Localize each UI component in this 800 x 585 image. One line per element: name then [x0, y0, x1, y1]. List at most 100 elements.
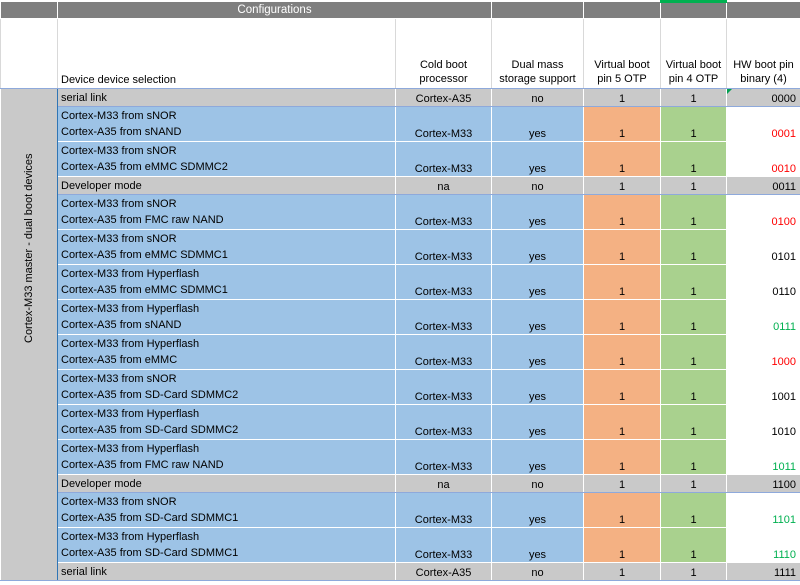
device-line: Cortex-A35 from sNAND [61, 319, 182, 331]
vbp5-cell: 1 [583, 264, 661, 300]
hw-binary-value: 1101 [772, 514, 796, 526]
cold-boot-cell: Cortex-M33 [395, 229, 492, 265]
hw-binary-cell: 0010 [726, 141, 800, 177]
device-line: Cortex-M33 from Hyperflash [61, 443, 200, 455]
dual-mass-cell: yes [491, 194, 584, 230]
configurations-band: Configurations [0, 0, 800, 19]
dual-mass-cell: yes [491, 439, 584, 475]
device-line: Cortex-A35 from SD-Card SDMMC1 [61, 547, 239, 559]
side-group-label: Cortex-M33 master - dual boot devices [0, 88, 58, 581]
hw-binary-value: 0101 [771, 251, 796, 263]
device-selection-cell: Cortex-M33 from sNOR Cortex-A35 from SD-C… [57, 492, 396, 528]
hw-binary-cell: 0110 [726, 264, 800, 300]
dual-mass-cell: yes [491, 264, 584, 300]
hw-binary-value: 0100 [771, 216, 796, 228]
vbp5-cell: 1 [583, 527, 661, 563]
cold-boot-cell: Cortex-M33 [395, 439, 492, 475]
table-row: Developer mode na no 1 1 1100 [1, 474, 800, 493]
device-line: Cortex-A35 from sNAND [61, 126, 182, 138]
cold-boot-cell: Cortex-A35 [395, 562, 492, 581]
device-line: Cortex-A35 from SD-Card SDMMC2 [61, 389, 239, 401]
vbp5-cell: 1 [583, 369, 661, 405]
header-row: Device device selection Cold boot proces… [0, 18, 800, 89]
table-row: Cortex-M33 from sNOR Cortex-A35 from SD-C… [1, 369, 800, 405]
vbp4-cell: 1 [660, 229, 727, 265]
cold-boot-cell: Cortex-M33 [395, 106, 492, 142]
vbp4-cell: 1 [660, 474, 727, 493]
device-selection-cell: serial link [57, 562, 396, 581]
header-vbp4: Virtual boot pin 4 OTP [660, 18, 727, 89]
device-selection-cell: Developer mode [57, 474, 396, 493]
device-line: Developer mode [61, 477, 142, 490]
device-selection-cell: Developer mode [57, 176, 396, 195]
device-line: Cortex-M33 from Hyperflash [61, 338, 200, 350]
table-row: Cortex-M33 from Hyperflash Cortex-A35 fro… [1, 527, 800, 563]
vbp4-cell: 1 [660, 439, 727, 475]
device-selection-cell: Cortex-M33 from Hyperflash Cortex-A35 fro… [57, 404, 396, 440]
dual-mass-cell: no [491, 88, 584, 107]
vbp5-cell: 1 [583, 106, 661, 142]
hw-binary-cell: 1110 [726, 527, 800, 563]
device-line: Cortex-A35 from SD-Card SDMMC1 [61, 512, 239, 524]
dual-mass-cell: no [491, 176, 584, 195]
vbp5-cell: 1 [583, 474, 661, 493]
table-row: Cortex-M33 from sNOR Cortex-A35 from eMMC… [1, 141, 800, 177]
device-line: Cortex-A35 from eMMC SDMMC1 [61, 284, 228, 296]
device-selection-cell: Cortex-M33 from Hyperflash Cortex-A35 fro… [57, 264, 396, 300]
device-selection-cell: Cortex-M33 from Hyperflash Cortex-A35 fro… [57, 334, 396, 370]
vbp5-cell: 1 [583, 229, 661, 265]
header-dual-mass: Dual mass storage support [491, 18, 584, 89]
vbp4-cell: 1 [660, 264, 727, 300]
table-row: Cortex-M33 from Hyperflash Cortex-A35 fro… [1, 334, 800, 370]
table-row: Developer mode na no 1 1 0011 [1, 176, 800, 195]
band-spacer [726, 1, 800, 19]
dual-mass-cell: yes [491, 299, 584, 335]
device-line: Cortex-M33 from Hyperflash [61, 268, 200, 280]
device-selection-cell: Cortex-M33 from Hyperflash Cortex-A35 fro… [57, 299, 396, 335]
cold-boot-cell: Cortex-M33 [395, 527, 492, 563]
hw-binary-value: 0000 [771, 93, 796, 105]
vbp4-cell: 1 [660, 176, 727, 195]
vbp4-cell: 1 [660, 141, 727, 177]
table-row: Cortex-M33 from Hyperflash Cortex-A35 fro… [1, 404, 800, 440]
cold-boot-cell: na [395, 176, 492, 195]
side-group-text: Cortex-M33 master - dual boot devices [23, 152, 35, 343]
hw-binary-cell: 1111 [726, 562, 800, 581]
hw-binary-cell: 0111 [726, 299, 800, 335]
vbp5-cell: 1 [583, 492, 661, 528]
vbp5-cell: 1 [583, 334, 661, 370]
vbp4-cell: 1 [660, 334, 727, 370]
device-selection-cell: Cortex-M33 from sNOR Cortex-A35 from FMC … [57, 194, 396, 230]
device-line: Cortex-A35 from SD-Card SDMMC2 [61, 424, 239, 436]
cold-boot-cell: Cortex-M33 [395, 264, 492, 300]
vbp5-cell: 1 [583, 194, 661, 230]
device-line: Cortex-M33 from sNOR [61, 110, 177, 122]
device-line: Cortex-M33 from sNOR [61, 373, 177, 385]
hw-binary-value: 1111 [773, 567, 796, 579]
device-line: Cortex-M33 from sNOR [61, 145, 177, 157]
dual-mass-cell: yes [491, 334, 584, 370]
hw-binary-cell: 0011 [726, 176, 800, 195]
band-spacer [491, 1, 584, 19]
hw-binary-value: 0010 [771, 163, 796, 175]
device-selection-cell: serial link [57, 88, 396, 107]
dual-mass-cell: yes [491, 527, 584, 563]
cold-boot-cell: na [395, 474, 492, 493]
device-selection-cell: Cortex-M33 from sNOR Cortex-A35 from sNAN… [57, 106, 396, 142]
table-row: Cortex-M33 from sNOR Cortex-A35 from eMMC… [1, 229, 800, 265]
band-green-marker [660, 0, 727, 19]
device-line: Cortex-A35 from FMC raw NAND [61, 214, 224, 226]
device-selection-cell: Cortex-M33 from Hyperflash Cortex-A35 fro… [57, 439, 396, 475]
header-cold-boot: Cold boot processor [395, 18, 492, 89]
comment-marker-icon [727, 89, 732, 94]
hw-binary-cell: 0001 [726, 106, 800, 142]
vbp4-cell: 1 [660, 88, 727, 107]
table-row: Cortex-M33 from Hyperflash Cortex-A35 fro… [1, 299, 800, 335]
band-spacer [583, 1, 661, 19]
hw-binary-cell: 0101 [726, 229, 800, 265]
dual-mass-cell: yes [491, 106, 584, 142]
device-line: Cortex-M33 from sNOR [61, 496, 177, 508]
header-device-selection: Device device selection [57, 18, 396, 89]
device-selection-cell: Cortex-M33 from sNOR Cortex-A35 from SD-C… [57, 369, 396, 405]
dual-mass-cell: yes [491, 229, 584, 265]
